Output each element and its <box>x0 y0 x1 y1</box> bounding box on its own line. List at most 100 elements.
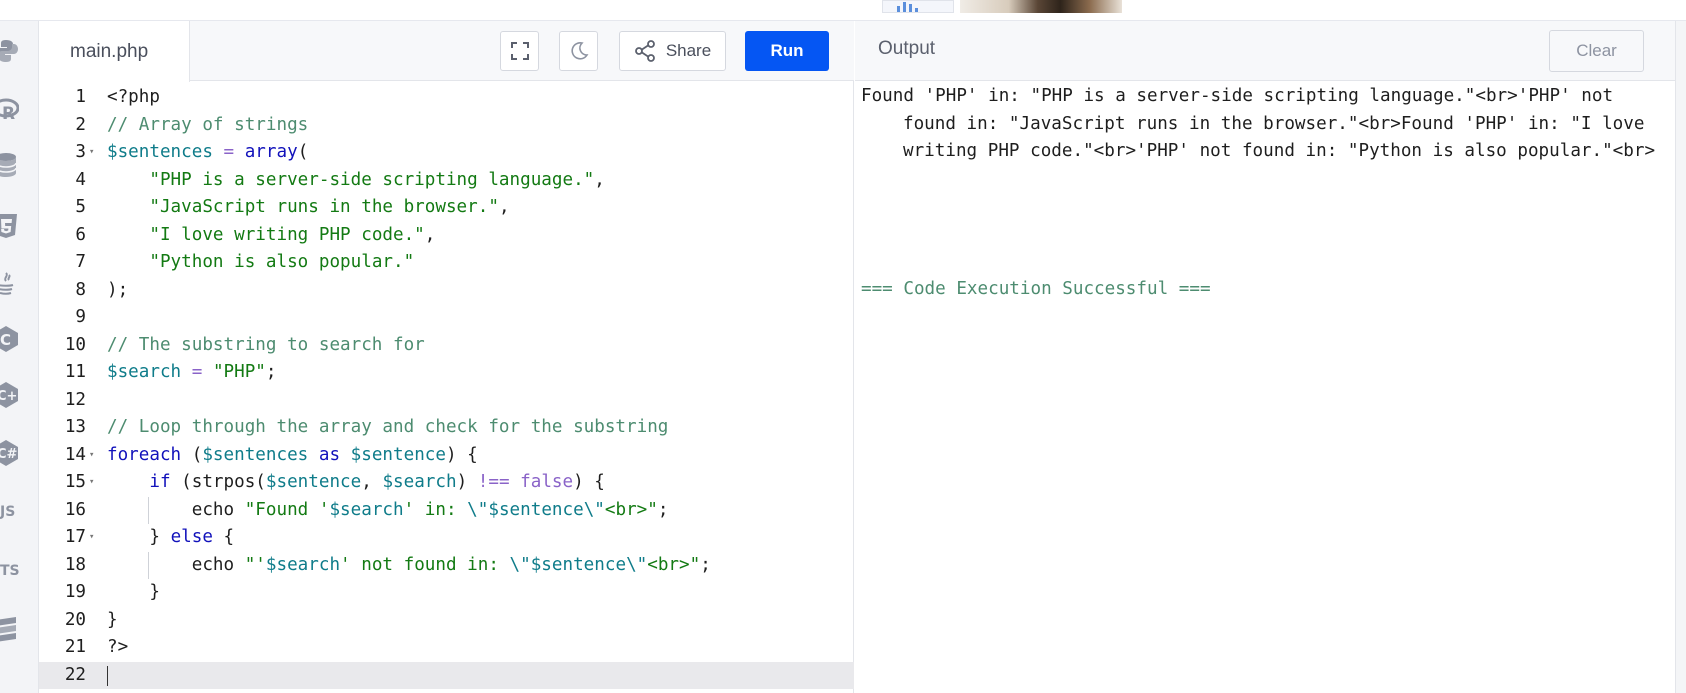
fold-arrow-icon[interactable]: ▾ <box>89 139 99 167</box>
code-line[interactable]: 13 // Loop through the array and check fo… <box>39 414 854 442</box>
code-line[interactable]: 9 <box>39 304 854 332</box>
fullscreen-button[interactable] <box>500 31 539 71</box>
code-line[interactable]: 15 ▾ if (strpos($sentence, $search) !== f… <box>39 469 854 497</box>
code-text: echo "Found '$search' in: \"$sentence\"<… <box>107 499 669 520</box>
java-icon <box>0 272 14 295</box>
line-number: 2 <box>75 114 86 135</box>
line-number: 3 <box>75 142 86 162</box>
share-button[interactable]: Share <box>619 31 726 71</box>
share-icon <box>634 40 655 62</box>
code-line[interactable]: 11 $search = "PHP"; <box>39 359 854 387</box>
code-line[interactable]: 8); <box>39 277 854 305</box>
code-line[interactable]: 7 "Python is also popular." <box>39 249 854 277</box>
code-line[interactable]: 22 <box>39 661 854 689</box>
svg-text:C#: C# <box>0 447 18 462</box>
code-text: foreach ($sentences as $sentence) { <box>107 444 478 465</box>
language-sidebar: R C C+ C# JS TS <box>0 21 39 693</box>
code-line[interactable]: 21 ?> <box>39 634 854 662</box>
line-number: 15 <box>64 472 86 492</box>
code-text: } <box>107 582 160 602</box>
code-line[interactable]: 16 echo "Found '$search' in: \"$sentence… <box>39 496 854 524</box>
code-text: echo "'$search' not found in: \"$sentenc… <box>107 554 711 575</box>
thumbnail-photo-image[interactable] <box>960 0 1122 13</box>
fold-arrow-icon[interactable]: ▾ <box>89 524 99 552</box>
code-line[interactable]: 6 "I love writing PHP code.", <box>39 222 854 250</box>
svg-text:C: C <box>0 331 11 349</box>
output-pane: Output Clear Found 'PHP' in: "PHP is a s… <box>855 21 1686 693</box>
code-line[interactable]: 5 "JavaScript runs in the browser.", <box>39 194 854 222</box>
sidebar-item-cpp[interactable]: C+ <box>0 377 24 413</box>
line-number: 1 <box>75 87 86 107</box>
c-icon: C <box>0 326 18 352</box>
sidebar-item-html[interactable] <box>0 208 24 244</box>
top-strip <box>0 0 1686 21</box>
editor-header: main.php Share Run <box>39 21 854 82</box>
clear-button[interactable]: Clear <box>1549 30 1644 72</box>
sidebar-item-java[interactable] <box>0 266 24 302</box>
code-text: // The substring to search for <box>107 334 425 355</box>
execution-status: === Code Execution Successful === <box>861 278 1211 299</box>
line-number: 21 <box>64 637 86 657</box>
line-number: 9 <box>75 307 86 327</box>
sidebar-item-csharp[interactable]: C# <box>0 435 24 471</box>
sidebar-item-c[interactable]: C <box>0 321 24 357</box>
line-number: 22 <box>64 664 86 685</box>
code-line[interactable]: 17 ▾ } else { <box>39 524 854 552</box>
sidebar-item-sql[interactable] <box>0 147 24 183</box>
file-tab[interactable]: main.php <box>39 21 190 82</box>
line-number: 7 <box>75 252 86 272</box>
code-text: // Loop through the array and check for … <box>107 417 669 437</box>
line-number: 10 <box>64 334 86 355</box>
code-line[interactable]: 14 ▾ foreach ($sentences as $sentence) { <box>39 442 854 470</box>
line-number: 13 <box>64 417 86 437</box>
thumbnail-chart-image[interactable] <box>882 0 954 13</box>
output-scrollbar[interactable] <box>1675 21 1686 693</box>
html5-icon <box>0 214 17 238</box>
fold-arrow-icon[interactable]: ▾ <box>89 442 99 470</box>
code-text: "JavaScript runs in the browser.", <box>149 197 510 217</box>
code-editor[interactable]: 1 <?php 2// Array of strings 3 ▾ $sentences =… <box>39 82 854 693</box>
database-icon <box>0 153 17 177</box>
sidebar-item-js[interactable]: JS <box>0 494 24 530</box>
csharp-icon: C# <box>0 440 18 466</box>
code-text: } <box>107 609 118 630</box>
code-text: // Array of strings <box>107 114 309 135</box>
code-text: $sentences = array( <box>107 142 309 162</box>
code-line[interactable]: 3 ▾ $sentences = array( <box>39 139 854 167</box>
theme-toggle-button[interactable] <box>559 31 598 71</box>
output-text: Found 'PHP' in: "PHP is a server-side sc… <box>861 86 1656 161</box>
line-number: 20 <box>64 609 86 630</box>
line-number: 17 <box>64 527 86 547</box>
code-line[interactable]: 10 // The substring to search for <box>39 332 854 360</box>
code-line[interactable]: 1 <?php <box>39 84 854 112</box>
sidebar-item-python[interactable] <box>0 33 24 69</box>
sidebar-item-ts[interactable]: TS <box>0 553 24 589</box>
fold-arrow-icon[interactable]: ▾ <box>89 469 99 497</box>
code-line[interactable]: 18 echo "'$search' not found in: \"$sent… <box>39 551 854 579</box>
moon-icon <box>570 42 588 60</box>
svg-text:R: R <box>2 104 15 123</box>
code-line[interactable]: 12 <box>39 387 854 415</box>
code-line[interactable]: 2 // Array of strings <box>39 112 854 140</box>
python-icon <box>0 40 18 62</box>
code-text: if (strpos($sentence, $search) !== false… <box>149 472 605 492</box>
code-line[interactable]: 19 } <box>39 579 854 607</box>
editor-pane: main.php Share Run 1 <?php 2 // Array of st… <box>39 21 854 693</box>
fullscreen-icon <box>510 42 529 60</box>
line-number: 12 <box>64 389 86 410</box>
code-line[interactable]: 4 "PHP is a server-side scripting langua… <box>39 167 854 195</box>
run-button[interactable]: Run <box>745 31 829 71</box>
code-line[interactable]: 20} <box>39 607 854 635</box>
sidebar-item-php[interactable] <box>0 611 24 647</box>
cpp-icon: C+ <box>0 382 18 408</box>
code-line[interactable]: 23 <box>39 689 854 693</box>
line-number: 5 <box>75 197 86 217</box>
sidebar-item-r[interactable]: R <box>0 92 24 128</box>
line-number: 11 <box>64 362 86 382</box>
text-cursor <box>107 665 108 686</box>
output-title: Output <box>878 38 936 59</box>
line-number: 19 <box>64 582 86 602</box>
code-text: ?> <box>107 637 129 657</box>
code-text: "I love writing PHP code.", <box>149 224 436 245</box>
output-console: Found 'PHP' in: "PHP is a server-side sc… <box>861 83 1661 303</box>
